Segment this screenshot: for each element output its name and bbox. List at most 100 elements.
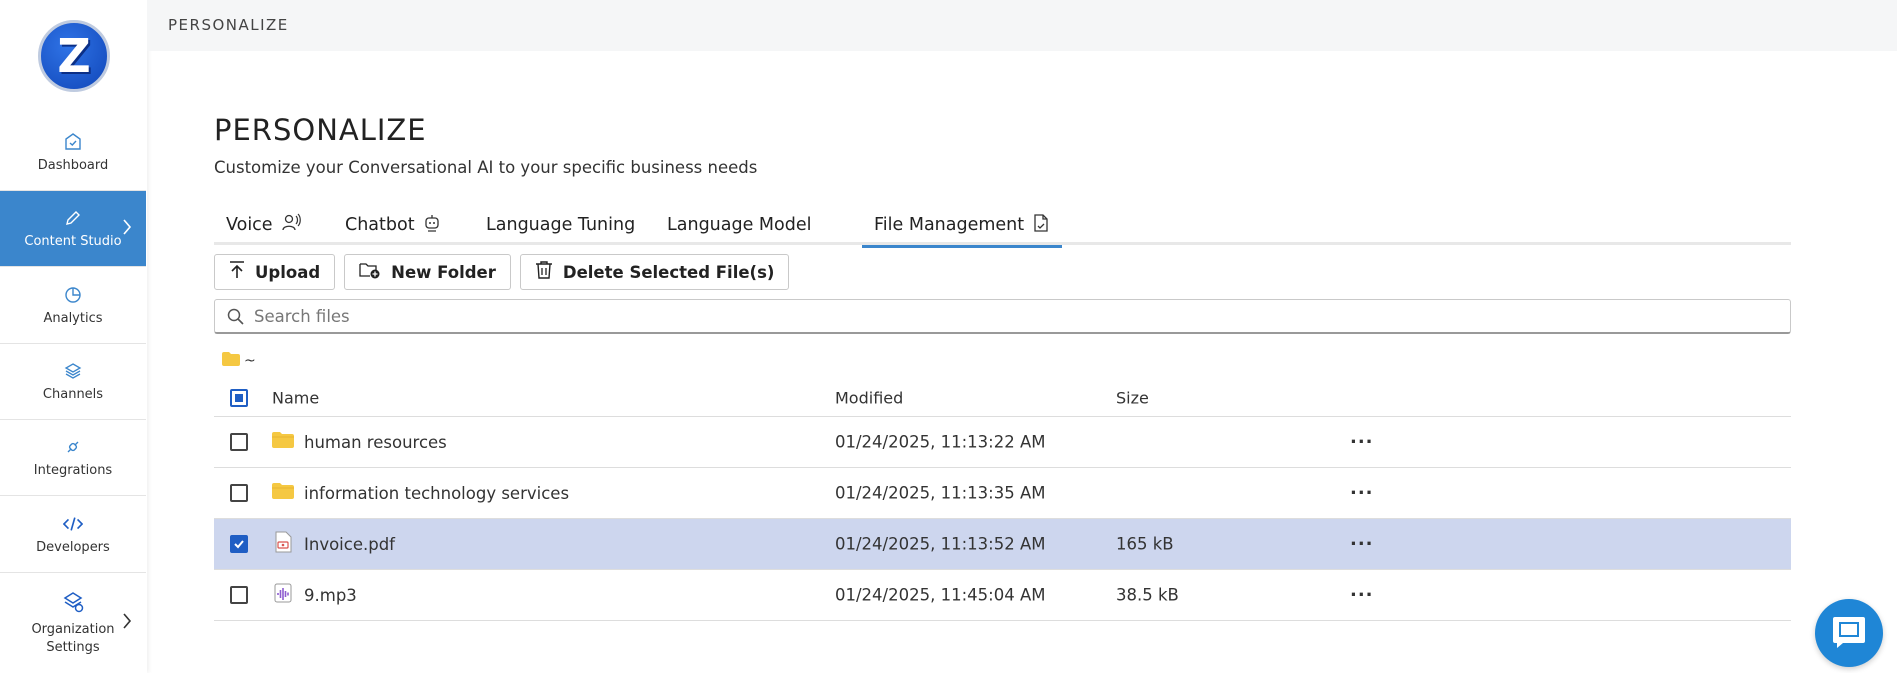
voice-icon (281, 213, 301, 238)
sidebar-item-content-studio[interactable]: Content Studio (0, 191, 146, 267)
tab-label: File Management (874, 215, 1025, 235)
row-checkbox[interactable] (230, 586, 248, 604)
file-name-cell[interactable]: information technology services (272, 482, 569, 504)
more-actions-icon[interactable]: ··· (1350, 432, 1374, 453)
tab-language-tuning[interactable]: Language Tuning (474, 205, 647, 245)
select-all-checkbox[interactable] (230, 389, 248, 407)
file-name: 9.mp3 (304, 585, 357, 605)
upload-button[interactable]: Upload (214, 254, 336, 290)
size-cell: 38.5 kB (1116, 585, 1179, 605)
chevron-right-icon (122, 218, 132, 240)
checkbox-partial (230, 389, 248, 407)
logo-letter: Z (57, 29, 91, 83)
folder-icon (222, 352, 240, 370)
new-folder-icon (359, 261, 381, 283)
page-subtitle: Customize your Conversational AI to your… (214, 158, 758, 177)
tab-label: Voice (226, 215, 273, 235)
search-box (214, 299, 1791, 334)
tab-label: Language Tuning (486, 215, 636, 235)
table-row[interactable]: 9.mp3 01/24/2025, 11:45:04 AM 38.5 kB ··… (214, 570, 1791, 621)
new-folder-button[interactable]: New Folder (344, 254, 511, 290)
more-actions-icon[interactable]: ··· (1350, 534, 1374, 555)
search-icon (227, 308, 244, 325)
pie-chart-icon (63, 285, 83, 305)
sidebar-item-label: Channels (42, 387, 104, 402)
table-row[interactable]: human resources 01/24/2025, 11:13:22 AM … (214, 417, 1791, 468)
checkbox (230, 586, 248, 604)
file-name-cell[interactable]: human resources (272, 431, 447, 453)
delete-selected-label: Delete Selected File(s) (562, 262, 775, 282)
table-header: Name Modified Size (214, 380, 1791, 417)
delete-selected-button[interactable]: Delete Selected File(s) (519, 254, 790, 290)
chevron-right-icon (122, 612, 132, 634)
topbar-title: PERSONALIZE (168, 16, 289, 34)
table-row[interactable]: Invoice.pdf 01/24/2025, 11:13:52 AM 165 … (214, 519, 1791, 570)
robot-icon (423, 213, 441, 238)
chat-bubble-icon (1829, 611, 1869, 655)
sidebar-item-developers[interactable]: Developers (0, 497, 146, 573)
checkbox (230, 433, 248, 451)
row-checkbox[interactable] (230, 535, 248, 553)
column-header-name[interactable]: Name (272, 389, 319, 408)
sidebar-item-organization-settings[interactable]: Organization Settings (0, 573, 146, 673)
file-manage-icon (1032, 213, 1050, 238)
tab-bar: Voice Chatbot Language Tuning Language M… (214, 205, 1791, 248)
row-checkbox[interactable] (230, 484, 248, 502)
sidebar-item-label: Developers (36, 540, 110, 555)
audio-file-icon (272, 582, 294, 608)
row-checkbox[interactable] (230, 433, 248, 451)
tab-language-model[interactable]: Language Model (655, 205, 823, 245)
sidebar-item-label: Analytics (43, 311, 103, 326)
folder-icon (272, 482, 294, 504)
table-row[interactable]: information technology services 01/24/20… (214, 468, 1791, 519)
file-name: human resources (304, 432, 447, 452)
modified-cell: 01/24/2025, 11:45:04 AM (835, 585, 1046, 605)
modified-cell: 01/24/2025, 11:13:22 AM (835, 432, 1046, 452)
chat-launcher-button[interactable] (1815, 599, 1883, 667)
upload-icon (229, 261, 245, 283)
file-toolbar: Upload New Folder Delete Selected File(s… (214, 254, 790, 290)
file-name-cell[interactable]: Invoice.pdf (272, 531, 395, 557)
sidebar-item-dashboard[interactable]: Dashboard (0, 115, 146, 191)
file-name: information technology services (304, 483, 570, 503)
org-settings-icon (60, 589, 86, 615)
search-input[interactable] (254, 306, 1754, 326)
plug-icon (63, 437, 83, 457)
file-name-cell[interactable]: 9.mp3 (272, 582, 357, 608)
tab-voice[interactable]: Voice (214, 205, 313, 245)
file-name: Invoice.pdf (304, 534, 395, 554)
trash-icon (535, 260, 553, 284)
checkbox (230, 484, 248, 502)
sidebar-item-channels[interactable]: Channels (0, 344, 146, 420)
code-icon (63, 514, 83, 534)
pdf-file-icon (272, 531, 294, 557)
column-header-modified[interactable]: Modified (835, 389, 903, 408)
tab-chatbot[interactable]: Chatbot (333, 205, 453, 245)
app-logo[interactable]: Z (38, 20, 110, 92)
file-table: Name Modified Size human resources 01/24… (214, 380, 1791, 621)
sidebar-item-integrations[interactable]: Integrations (0, 420, 146, 496)
breadcrumb-path: ~ (244, 353, 256, 369)
modified-cell: 01/24/2025, 11:13:35 AM (835, 483, 1046, 503)
folder-icon (272, 431, 294, 453)
breadcrumb[interactable]: ~ (222, 352, 256, 370)
sidebar-item-label: Content Studio (24, 234, 122, 249)
upload-label: Upload (255, 262, 321, 282)
checkbox-checked (230, 535, 248, 553)
more-actions-icon[interactable]: ··· (1350, 483, 1374, 504)
tab-file-management[interactable]: File Management (862, 205, 1063, 248)
pencil-icon (63, 208, 83, 228)
tab-label: Chatbot (345, 215, 415, 235)
top-bar: PERSONALIZE (147, 0, 1897, 51)
sidebar-item-label: Integrations (33, 463, 113, 478)
sidebar-item-label: Organization Settings (31, 622, 115, 655)
more-actions-icon[interactable]: ··· (1350, 585, 1374, 606)
page-title: PERSONALIZE (214, 113, 427, 147)
column-header-size[interactable]: Size (1116, 389, 1149, 408)
modified-cell: 01/24/2025, 11:13:52 AM (835, 534, 1046, 554)
sidebar-item-analytics[interactable]: Analytics (0, 268, 146, 344)
new-folder-label: New Folder (391, 262, 496, 282)
size-cell: 165 kB (1116, 534, 1174, 554)
dashboard-icon (63, 132, 83, 152)
layers-icon (63, 361, 83, 381)
